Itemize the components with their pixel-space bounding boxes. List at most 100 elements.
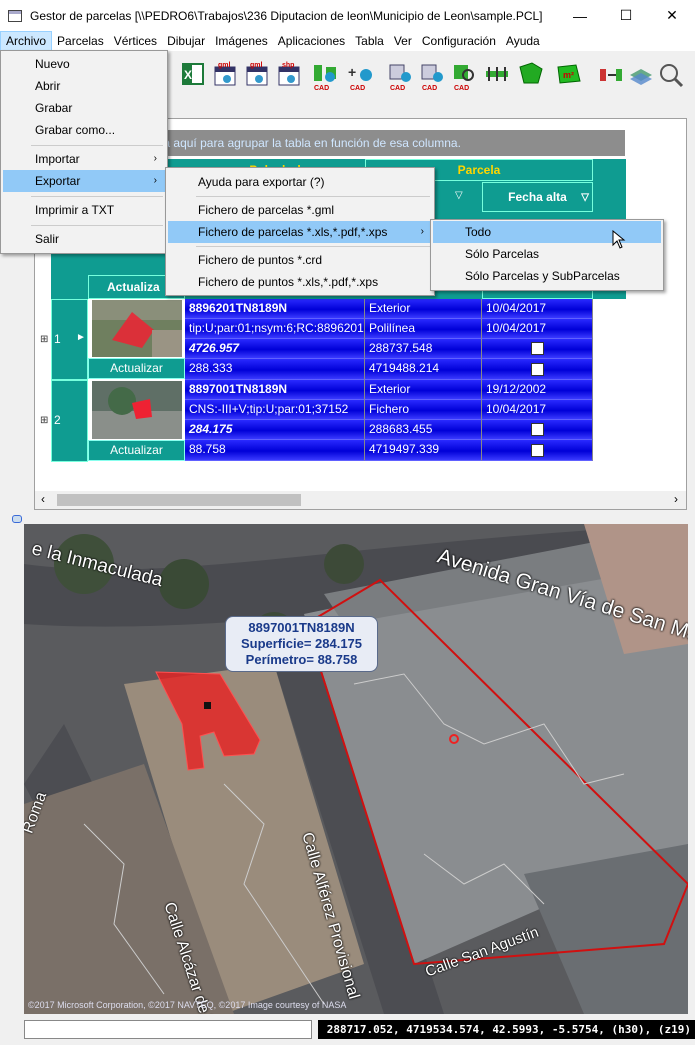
menu-item-importar[interactable]: Importar › [3, 148, 165, 170]
menu-item-ayuda-exportar[interactable]: Ayuda para exportar (?) [168, 171, 432, 193]
cell-type[interactable]: Exterior [365, 299, 482, 319]
map-view[interactable]: e la Inmaculada Avenida Gran Vía de San … [24, 524, 688, 1014]
filter-icon[interactable]: ▽ [455, 190, 463, 201]
cell-type[interactable]: Exterior [365, 380, 482, 400]
gml-export-icon[interactable]: gml [244, 61, 270, 89]
menu-aplicaciones[interactable]: Aplicaciones [273, 31, 350, 51]
menu-item-label: Abrir [35, 79, 61, 93]
cad-import-icon[interactable]: CAD [312, 61, 338, 92]
menu-item-label: Imprimir a TXT [35, 203, 115, 217]
menu-item-grabar-como[interactable]: Grabar como... [3, 119, 165, 141]
menu-dibujar[interactable]: Dibujar [162, 31, 210, 51]
menu-imagenes[interactable]: Imágenes [210, 31, 273, 51]
cell-perimeter[interactable]: 288.333 [185, 359, 365, 380]
scroll-right-icon[interactable]: › [674, 492, 678, 506]
minimize-button[interactable]: — [557, 0, 603, 31]
expand-icon[interactable]: ⊞ [40, 334, 48, 345]
cad-export-icon[interactable]: CAD [388, 61, 414, 92]
menu-separator [196, 196, 430, 197]
close-button[interactable]: ✕ [649, 0, 695, 31]
row-checkbox[interactable] [531, 444, 544, 457]
menu-item-puntos-xls[interactable]: Fichero de puntos *.xls,*.pdf,*.xps [168, 271, 432, 293]
cell-date2[interactable]: 10/04/2017 [482, 319, 593, 339]
menu-item-parcelas-gml[interactable]: Fichero de parcelas *.gml [168, 199, 432, 221]
menu-ayuda[interactable]: Ayuda [501, 31, 545, 51]
menu-item-label: Fichero de parcelas *.xls,*.pdf,*.xps [198, 225, 388, 239]
menu-item-grabar[interactable]: Grabar [3, 97, 165, 119]
exportar-submenu: Ayuda para exportar (?) Fichero de parce… [165, 167, 435, 296]
cell-date1[interactable]: 10/04/2017 [482, 299, 593, 319]
cell-date1[interactable]: 19/12/2002 [482, 380, 593, 400]
row-checkbox[interactable] [531, 423, 544, 436]
cell-date2[interactable]: 10/04/2017 [482, 400, 593, 420]
row-header[interactable]: ⊞ 2 [40, 380, 88, 462]
update-button[interactable]: Actualizar [88, 440, 185, 461]
menu-item-label: Importar [35, 152, 80, 166]
cell-ref[interactable]: 8897001TN8189N [185, 380, 365, 400]
header-fecha-alta[interactable]: Fecha alta ▽ [482, 182, 593, 212]
scrollbar-thumb[interactable] [57, 494, 301, 506]
parcel-tooltip: 8897001TN8189N Superficie= 284.175 Perím… [225, 616, 378, 672]
cell-desc[interactable]: tip:U;par:01;nsym:6;RC:8896201 [185, 319, 365, 339]
menu-separator [31, 196, 163, 197]
status-input[interactable] [24, 1020, 312, 1039]
cell-y[interactable]: 4719488.214 [365, 359, 482, 380]
menu-item-solo-parcelas[interactable]: Sólo Parcelas [433, 243, 661, 265]
splitter-handle[interactable] [12, 515, 22, 523]
menu-bar: Archivo Parcelas Vértices Dibujar Imágen… [0, 31, 695, 51]
row-checkbox[interactable] [531, 342, 544, 355]
cell-y[interactable]: 4719497.339 [365, 440, 482, 461]
title-bar: Gestor de parcelas [\\PEDRO6\Trabajos\23… [0, 0, 695, 31]
menu-item-parcelas-xls[interactable]: Fichero de parcelas *.xls,*.pdf,*.xps › [168, 221, 432, 243]
menu-item-puntos-crd[interactable]: Fichero de puntos *.crd [168, 249, 432, 271]
area-m2-icon[interactable]: m² [556, 61, 582, 89]
expand-icon[interactable]: ⊞ [40, 415, 48, 426]
vertices-icon[interactable] [484, 61, 510, 89]
scroll-left-icon[interactable]: ‹ [41, 492, 45, 506]
cell-ref[interactable]: 8896201TN8189N [185, 299, 365, 319]
move-icon[interactable] [598, 61, 624, 89]
menu-item-salir[interactable]: Salir [3, 228, 165, 250]
map-copyright: ©2017 Microsoft Corporation, ©2017 NAVTE… [28, 1000, 347, 1010]
parcels-icon[interactable] [518, 61, 544, 89]
menu-item-label: Fichero de puntos *.crd [198, 253, 323, 267]
menu-item-exportar[interactable]: Exportar › [3, 170, 165, 192]
menu-item-nuevo[interactable]: Nuevo [3, 53, 165, 75]
shp-icon[interactable]: shp [276, 61, 302, 89]
row-header[interactable]: ⊞ 1 ► [40, 299, 88, 380]
gml-import-icon[interactable]: gml [212, 61, 238, 89]
row-checkbox[interactable] [531, 363, 544, 376]
cad-map-icon[interactable]: CAD [452, 61, 478, 92]
menu-item-parcelas-subparcelas[interactable]: Sólo Parcelas y SubParcelas [433, 265, 661, 287]
maximize-button[interactable]: ☐ [603, 0, 649, 31]
excel-icon[interactable]: X [180, 61, 206, 89]
cell-area[interactable]: 4726.957 [185, 339, 365, 359]
menu-item-imprimir-txt[interactable]: Imprimir a TXT [3, 199, 165, 221]
cad-add-icon[interactable]: + CAD [348, 61, 374, 92]
menu-item-todo[interactable]: Todo [433, 221, 661, 243]
menu-ver[interactable]: Ver [389, 31, 417, 51]
menu-archivo[interactable]: Archivo [0, 31, 53, 51]
submenu-arrow-icon: › [153, 153, 157, 164]
cell-x[interactable]: 288683.455 [365, 420, 482, 440]
xls-submenu: Todo Sólo Parcelas Sólo Parcelas y SubPa… [430, 219, 664, 291]
cell-area[interactable]: 284.175 [185, 420, 365, 440]
cell-source[interactable]: Fichero [365, 400, 482, 420]
layers-icon[interactable] [628, 61, 654, 89]
cell-desc[interactable]: CNS:-III+V;tip:U;par:01;37152 [185, 400, 365, 420]
update-button[interactable]: Actualizar [88, 358, 185, 379]
menu-parcelas[interactable]: Parcelas [52, 31, 109, 51]
cell-source[interactable]: Polilínea [365, 319, 482, 339]
cad-points-icon[interactable]: CAD [420, 61, 446, 92]
menu-tabla[interactable]: Tabla [350, 31, 389, 51]
menu-vertices[interactable]: Vértices [109, 31, 162, 51]
zoom-map-icon[interactable] [658, 61, 684, 89]
filter-icon[interactable]: ▽ [581, 192, 589, 203]
horizontal-scrollbar[interactable]: ‹ › [35, 491, 686, 509]
cell-x[interactable]: 288737.548 [365, 339, 482, 359]
cell-perimeter[interactable]: 88.758 [185, 440, 365, 461]
tooltip-perimeter: Perímetro= 88.758 [245, 652, 358, 667]
parcel-centroid-icon [204, 702, 211, 709]
menu-item-abrir[interactable]: Abrir [3, 75, 165, 97]
menu-configuracion[interactable]: Configuración [417, 31, 501, 51]
